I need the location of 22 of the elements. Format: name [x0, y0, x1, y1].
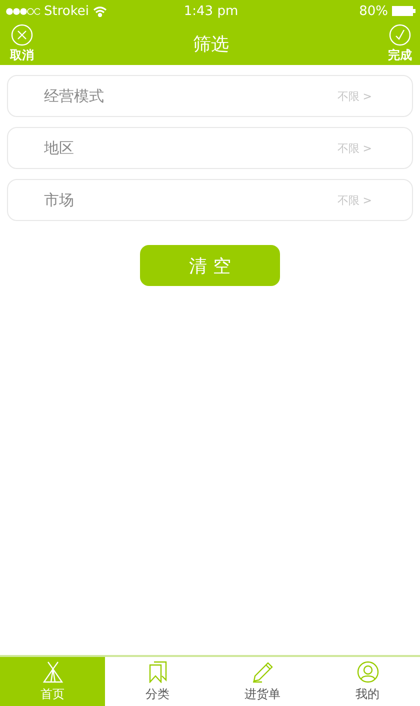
filter-label: 市场: [44, 190, 74, 210]
clear-button[interactable]: 清 空: [140, 245, 280, 286]
bookmark-icon: [148, 660, 168, 682]
carrier-name: Strokei: [44, 4, 90, 18]
tent-icon: [42, 660, 64, 682]
filter-row[interactable]: 地区 不限 >: [7, 127, 413, 169]
tab-bar-item[interactable]: 首页: [0, 657, 105, 706]
filter-value: 不限 >: [337, 88, 372, 104]
filter-row[interactable]: 市场 不限 >: [7, 179, 413, 221]
filter-label: 地区: [44, 138, 74, 158]
battery-icon: [392, 6, 416, 16]
filter-label: 经营模式: [44, 86, 104, 106]
pencil-icon: [252, 660, 274, 682]
page-title: 筛选: [193, 32, 229, 56]
filter-value: 不限 >: [337, 192, 372, 208]
signal-icon: [6, 8, 40, 14]
clock-time: 1:43 pm: [184, 4, 238, 18]
filter-value: 不限 >: [337, 140, 372, 156]
filter-row[interactable]: 经营模式 不限 >: [7, 75, 413, 117]
user-icon: [356, 660, 378, 682]
battery-percent: 80%: [359, 4, 388, 18]
wifi-icon: [93, 6, 108, 16]
